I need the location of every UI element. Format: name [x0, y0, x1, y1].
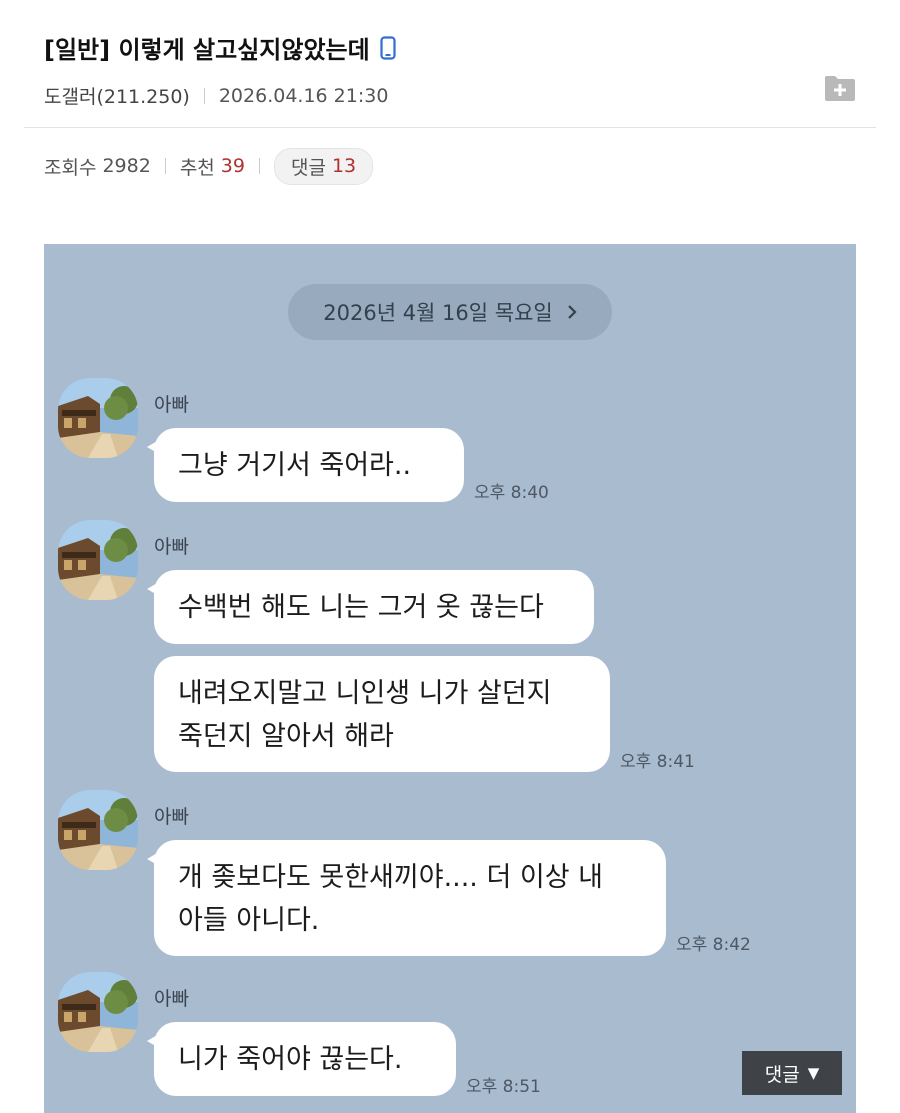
comments-toggle-label: 댓글 — [764, 1063, 800, 1086]
avatar-photo — [58, 520, 138, 600]
comment-count-button[interactable]: 댓글 13 — [273, 147, 374, 185]
message-text: 내려오지말고 니인생 니가 살던지 — [178, 678, 552, 709]
avatar[interactable] — [58, 972, 138, 1052]
message-text: 개 좆보다도 못한새끼야.... 더 이상 내 — [178, 862, 604, 893]
meta-divider — [203, 87, 205, 104]
author-name[interactable]: 도갤러(211.250) — [44, 82, 190, 109]
recommend-count: 39 — [220, 155, 245, 177]
avatar[interactable] — [58, 378, 138, 458]
message-bubble[interactable]: 내려오지말고 니인생 니가 살던지 죽던지 알아서 해라 — [154, 656, 610, 772]
chat-screenshot: 2026년 4월 16일 목요일 아빠 그냥 거기서 죽어라.. 오후 8:40… — [44, 244, 856, 1113]
message-time: 오후 8:42 — [676, 935, 751, 955]
comments-label: 댓글 — [290, 156, 326, 179]
sender-name: 아빠 — [154, 536, 189, 558]
avatar-photo — [58, 790, 138, 870]
recommend-label: 추천 — [179, 156, 215, 179]
views-count: 2982 — [102, 155, 151, 177]
message-time: 오후 8:40 — [474, 483, 549, 503]
message-bubble[interactable]: 그냥 거기서 죽어라.. — [147, 428, 464, 502]
views-label: 조회수 — [44, 156, 97, 179]
message-text: 니가 죽어야 끊는다. — [178, 1044, 403, 1075]
chat-date: 2026년 4월 16일 목요일 — [323, 301, 553, 325]
post-title-text: [일반] 이렇게 살고싶지않았는데 — [44, 36, 370, 64]
mobile-phone-icon — [380, 35, 396, 60]
header-divider — [24, 127, 876, 128]
message-bubble[interactable]: 개 좆보다도 못한새끼야.... 더 이상 내 아들 아니다. — [147, 840, 666, 956]
avatar[interactable] — [58, 790, 138, 870]
message-time: 오후 8:51 — [466, 1077, 541, 1097]
comments-count: 13 — [331, 155, 357, 177]
message-text: 수백번 해도 니는 그거 옷 끊는다 — [178, 592, 544, 623]
folder-add-button[interactable] — [822, 72, 858, 104]
stats-divider — [164, 158, 166, 174]
message-text: 죽던지 알아서 해라 — [178, 721, 394, 752]
avatar-photo — [58, 378, 138, 458]
post-title: [일반] 이렇게 살고싶지않았는데 — [44, 30, 396, 65]
avatar-photo — [58, 972, 138, 1052]
sender-name: 아빠 — [154, 806, 189, 828]
message-time: 오후 8:41 — [620, 752, 695, 772]
avatar[interactable] — [58, 520, 138, 600]
post-page: [일반] 이렇게 살고싶지않았는데 도갤러(211.250) 2026.04.1… — [0, 0, 900, 1113]
message-text: 그냥 거기서 죽어라.. — [178, 450, 412, 481]
message-bubble[interactable]: 수백번 해도 니는 그거 옷 끊는다 — [147, 570, 594, 644]
sender-name: 아빠 — [154, 988, 189, 1010]
sender-name: 아빠 — [154, 394, 189, 416]
date-divider[interactable]: 2026년 4월 16일 목요일 — [288, 284, 612, 340]
folder-add-icon — [825, 76, 855, 101]
message-text: 아들 아니다. — [178, 905, 320, 936]
post-stats: 조회수 2982 추천 39 댓글 13 — [44, 147, 374, 185]
caret-down-icon: ▼ — [807, 1064, 820, 1082]
post-meta: 도갤러(211.250) 2026.04.16 21:30 — [44, 82, 388, 109]
chevron-right-icon — [567, 304, 577, 320]
stats-divider — [258, 158, 260, 174]
post-datetime: 2026.04.16 21:30 — [218, 84, 389, 107]
comments-toggle-button[interactable]: 댓글 ▼ — [742, 1051, 842, 1095]
message-bubble[interactable]: 니가 죽어야 끊는다. — [147, 1022, 456, 1096]
